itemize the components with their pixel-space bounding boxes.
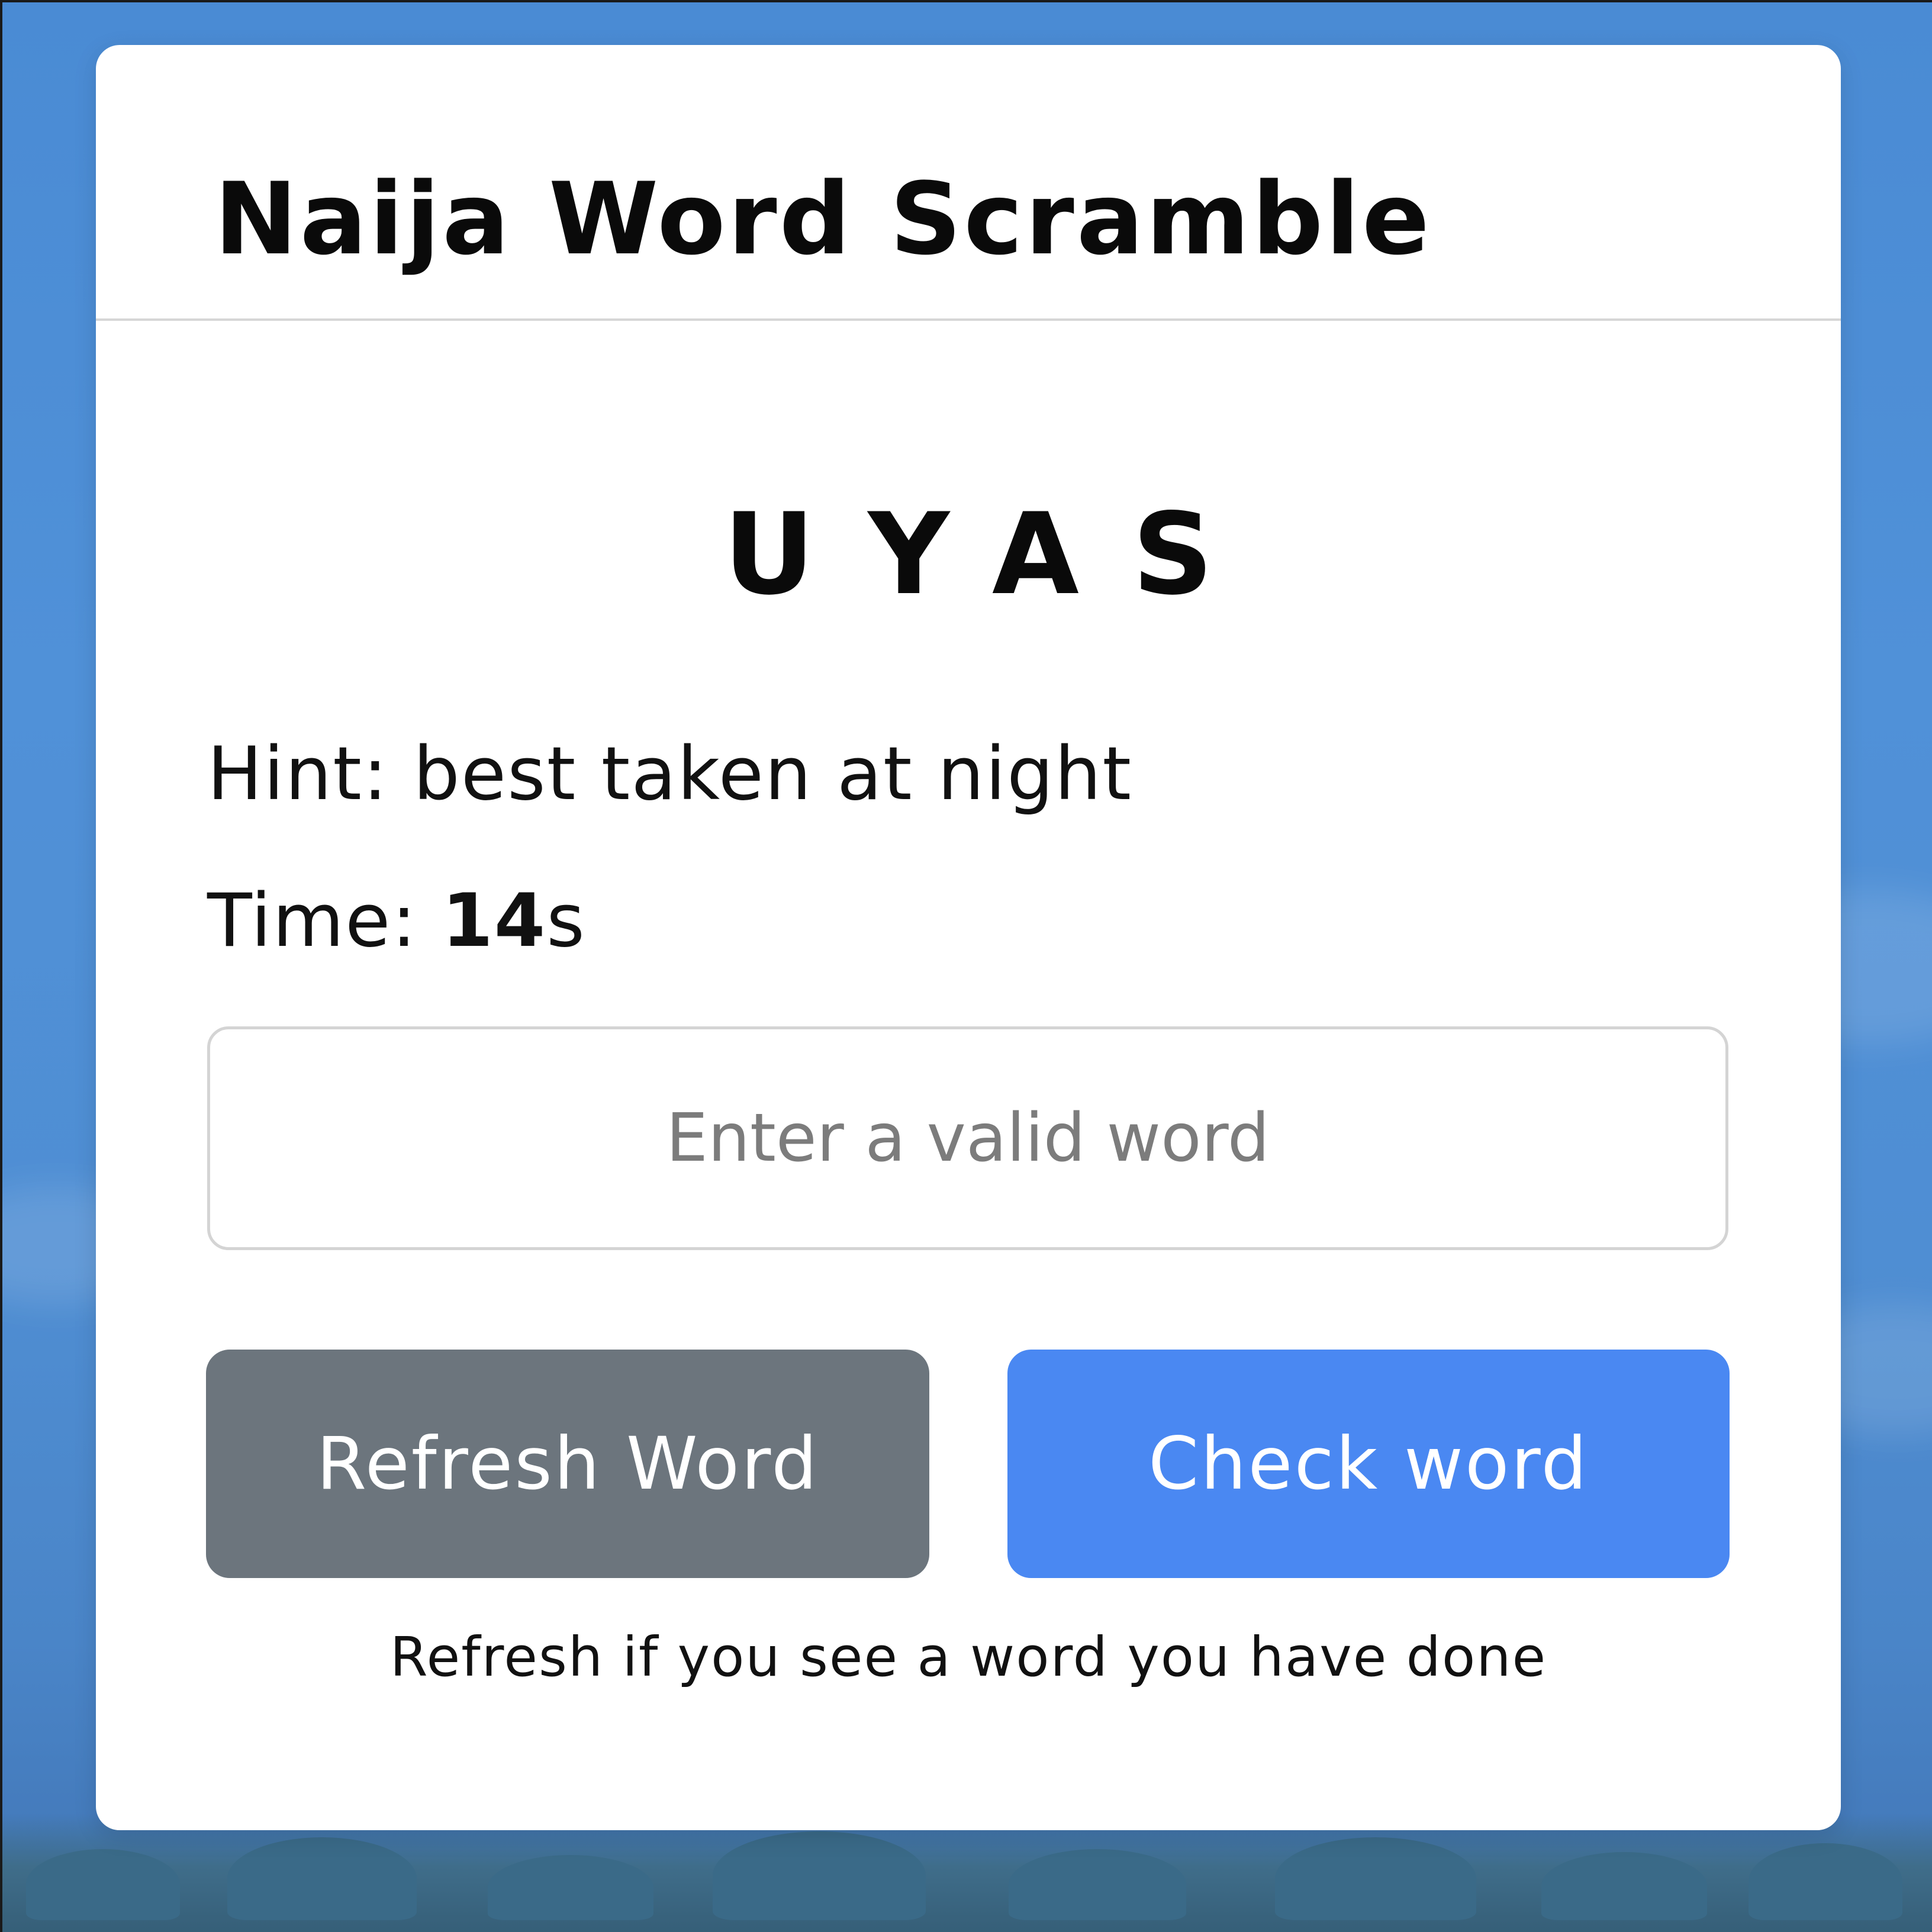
hint-value: best taken at night <box>413 732 1133 817</box>
time-unit: s <box>546 878 586 964</box>
hint-text: Hint: best taken at night <box>207 732 1132 817</box>
refresh-note: Refresh if you see a word you have done <box>389 1625 1547 1689</box>
time-value: 14 <box>442 878 547 964</box>
scrambled-letter: S <box>1132 489 1267 620</box>
scrambled-letter: A <box>991 489 1132 620</box>
page-title: Naija Word Scramble <box>214 161 1432 277</box>
card-header: Naija Word Scramble <box>96 45 1841 321</box>
treeline-decoration <box>2 1814 1932 1932</box>
refresh-word-button[interactable]: Refresh Word <box>206 1350 929 1578</box>
word-input[interactable] <box>207 1026 1728 1250</box>
scrambled-word: UYAS <box>96 489 1841 620</box>
check-word-button[interactable]: Check word <box>1007 1350 1730 1578</box>
hint-label: Hint: <box>207 732 414 817</box>
timer: Time: 14s <box>207 878 586 964</box>
scrambled-letter: U <box>723 489 868 620</box>
game-card: Naija Word Scramble UYAS Hint: best take… <box>96 45 1841 1830</box>
scrambled-letter: Y <box>868 489 992 620</box>
time-label: Time: <box>207 878 442 964</box>
